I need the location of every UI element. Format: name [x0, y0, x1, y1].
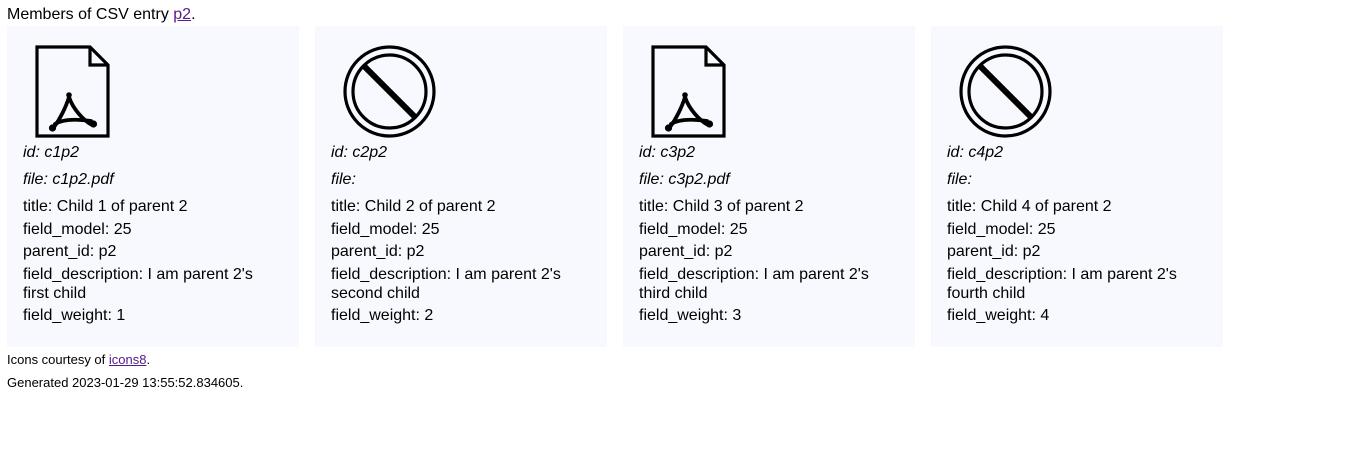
member-card-c2p2: id: c2p2 file: title: Child 2 of parent … — [315, 26, 607, 347]
field-weight: field_weight: 2 — [331, 307, 434, 324]
member-card-c1p2: id: c1p2 file: c1p2.pdf title: Child 1 o… — [7, 26, 299, 347]
credits-suffix: . — [146, 352, 151, 367]
field-weight: field_weight: 4 — [947, 307, 1050, 324]
member-id: id: c4p2 — [947, 144, 1004, 161]
member-id: id: c1p2 — [23, 144, 80, 161]
field-parent-id: parent_id: p2 — [639, 243, 733, 260]
field-model: field_model: 25 — [23, 220, 132, 238]
field-parent-id: parent_id: p2 — [947, 243, 1041, 260]
member-file: file: — [947, 171, 972, 188]
member-id: id: c2p2 — [331, 144, 388, 161]
heading-prefix: Members of CSV entry — [7, 6, 174, 23]
no-file-icon — [959, 45, 1052, 138]
field-title: title: Child 3 of parent 2 — [639, 198, 804, 215]
icons8-link[interactable]: icons8 — [109, 352, 147, 367]
pdf-file-icon — [35, 45, 128, 138]
field-description: field_description: I am parent 2's third… — [639, 265, 869, 302]
csv-entry-link[interactable]: p2 — [173, 6, 191, 23]
pdf-file-icon — [651, 45, 744, 138]
field-model: field_model: 25 — [331, 220, 440, 238]
credits-prefix: Icons courtesy of — [7, 352, 109, 367]
member-fields: title: Child 1 of parent 2 field_model: … — [23, 197, 283, 325]
page: Members of CSV entry p2. id: c1p2 file: … — [0, 0, 1367, 391]
page-heading: Members of CSV entry p2. — [7, 6, 1360, 24]
member-fields: title: Child 2 of parent 2 field_model: … — [331, 197, 591, 325]
field-weight: field_weight: 3 — [639, 307, 742, 324]
member-file: file: c1p2.pdf — [23, 171, 114, 188]
field-title: title: Child 2 of parent 2 — [331, 198, 496, 215]
field-model: field_model: 25 — [639, 220, 748, 238]
field-parent-id: parent_id: p2 — [331, 243, 425, 260]
generated-timestamp: Generated 2023-01-29 13:55:52.834605. — [7, 375, 244, 390]
field-weight: field_weight: 1 — [23, 307, 126, 324]
field-title: title: Child 4 of parent 2 — [947, 198, 1112, 215]
member-card-c3p2: id: c3p2 file: c3p2.pdf title: Child 3 o… — [623, 26, 915, 347]
field-description: field_description: I am parent 2's secon… — [331, 265, 561, 302]
member-cards: id: c1p2 file: c1p2.pdf title: Child 1 o… — [7, 26, 1360, 347]
member-id: id: c3p2 — [639, 144, 696, 161]
field-title: title: Child 1 of parent 2 — [23, 198, 188, 215]
field-description: field_description: I am parent 2's fourt… — [947, 265, 1177, 302]
field-parent-id: parent_id: p2 — [23, 243, 117, 260]
member-file: file: — [331, 171, 356, 188]
field-model: field_model: 25 — [947, 220, 1056, 238]
member-fields: title: Child 4 of parent 2 field_model: … — [947, 197, 1207, 325]
field-description: field_description: I am parent 2's first… — [23, 265, 253, 302]
no-file-icon — [343, 45, 436, 138]
icon-credits: Icons courtesy of icons8. — [7, 352, 1360, 368]
member-fields: title: Child 3 of parent 2 field_model: … — [639, 197, 899, 325]
member-card-c4p2: id: c4p2 file: title: Child 4 of parent … — [931, 26, 1223, 347]
member-file: file: c3p2.pdf — [639, 171, 730, 188]
heading-suffix: . — [191, 6, 196, 23]
